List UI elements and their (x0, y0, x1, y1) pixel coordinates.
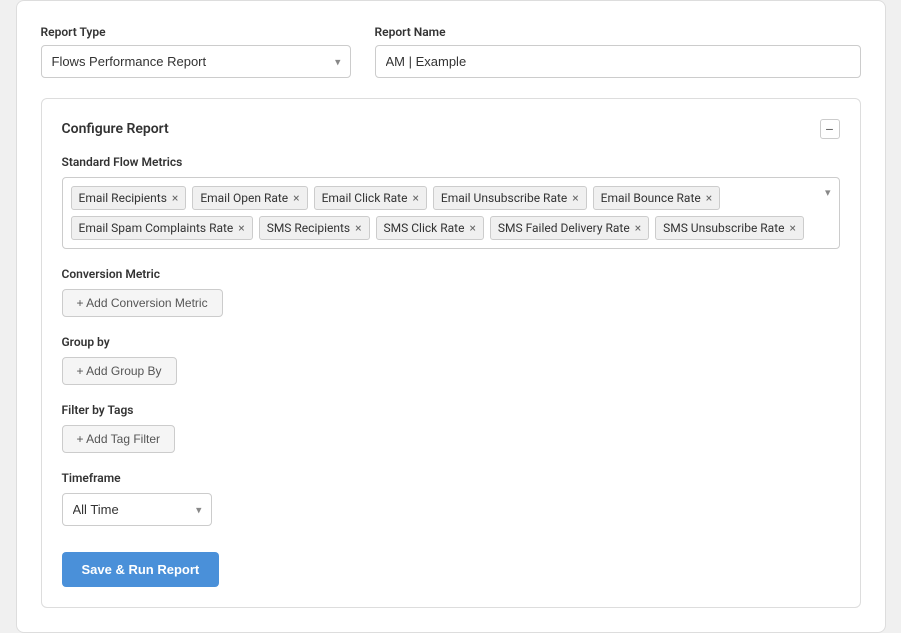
timeframe-select[interactable]: All TimeLast 7 DaysLast 30 DaysLast 90 D… (62, 493, 212, 526)
remove-metric-icon[interactable]: × (572, 192, 578, 204)
add-group-by-button[interactable]: + Add Group By (62, 357, 177, 385)
metrics-container: Email Recipients×Email Open Rate×Email C… (62, 177, 840, 249)
timeframe-label: Timeframe (62, 471, 840, 485)
report-type-label: Report Type (41, 25, 351, 39)
remove-metric-icon[interactable]: × (790, 222, 796, 234)
filter-by-tags-block: Filter by Tags + Add Tag Filter (62, 403, 840, 453)
standard-flow-metrics-block: Standard Flow Metrics Email Recipients×E… (62, 155, 840, 249)
conversion-metric-label: Conversion Metric (62, 267, 840, 281)
metric-label: Email Open Rate (200, 191, 288, 205)
report-name-group: Report Name (375, 25, 861, 78)
list-item: Email Spam Complaints Rate × (71, 216, 253, 240)
remove-metric-icon[interactable]: × (172, 192, 178, 204)
list-item: Email Open Rate × (192, 186, 307, 210)
report-name-input[interactable] (375, 45, 861, 78)
add-conversion-metric-button[interactable]: + Add Conversion Metric (62, 289, 223, 317)
list-item: Email Unsubscribe Rate × (433, 186, 587, 210)
collapse-icon: − (825, 122, 833, 136)
metric-label: Email Click Rate (322, 191, 408, 205)
configure-header: Configure Report − (62, 119, 840, 139)
metric-label: SMS Click Rate (384, 221, 465, 235)
group-by-block: Group by + Add Group By (62, 335, 840, 385)
list-item: SMS Click Rate × (376, 216, 484, 240)
configure-title: Configure Report (62, 121, 169, 137)
list-item: Email Bounce Rate × (593, 186, 720, 210)
list-item: SMS Unsubscribe Rate × (655, 216, 804, 240)
remove-metric-icon[interactable]: × (469, 222, 475, 234)
remove-metric-icon[interactable]: × (238, 222, 244, 234)
group-by-label: Group by (62, 335, 840, 349)
list-item: Email Recipients × (71, 186, 187, 210)
list-item: SMS Failed Delivery Rate × (490, 216, 649, 240)
remove-metric-icon[interactable]: × (706, 192, 712, 204)
report-type-select-wrapper: Flows Performance Report ▾ (41, 45, 351, 78)
metric-label: SMS Unsubscribe Rate (663, 221, 784, 235)
timeframe-block: Timeframe All TimeLast 7 DaysLast 30 Day… (62, 471, 840, 526)
add-tag-filter-button[interactable]: + Add Tag Filter (62, 425, 176, 453)
metrics-dropdown-arrow-icon: ▾ (825, 186, 831, 199)
report-type-group: Report Type Flows Performance Report ▾ (41, 25, 351, 78)
metric-label: Email Spam Complaints Rate (79, 221, 234, 235)
standard-flow-metrics-label: Standard Flow Metrics (62, 155, 840, 169)
timeframe-select-wrapper: All TimeLast 7 DaysLast 30 DaysLast 90 D… (62, 493, 212, 526)
remove-metric-icon[interactable]: × (355, 222, 361, 234)
filter-by-tags-label: Filter by Tags (62, 403, 840, 417)
metric-label: SMS Recipients (267, 221, 350, 235)
collapse-button[interactable]: − (820, 119, 840, 139)
list-item: Email Click Rate × (314, 186, 427, 210)
top-row: Report Type Flows Performance Report ▾ R… (41, 25, 861, 78)
metric-label: Email Unsubscribe Rate (441, 191, 567, 205)
metric-label: SMS Failed Delivery Rate (498, 221, 630, 235)
list-item: SMS Recipients × (259, 216, 370, 240)
report-type-select[interactable]: Flows Performance Report (41, 45, 351, 78)
save-run-button[interactable]: Save & Run Report (62, 552, 220, 587)
metric-label: Email Recipients (79, 191, 167, 205)
report-name-label: Report Name (375, 25, 861, 39)
configure-section: Configure Report − Standard Flow Metrics… (41, 98, 861, 608)
main-card: Report Type Flows Performance Report ▾ R… (16, 0, 886, 633)
remove-metric-icon[interactable]: × (293, 192, 299, 204)
conversion-metric-block: Conversion Metric + Add Conversion Metri… (62, 267, 840, 317)
metric-label: Email Bounce Rate (601, 191, 701, 205)
remove-metric-icon[interactable]: × (635, 222, 641, 234)
remove-metric-icon[interactable]: × (412, 192, 418, 204)
